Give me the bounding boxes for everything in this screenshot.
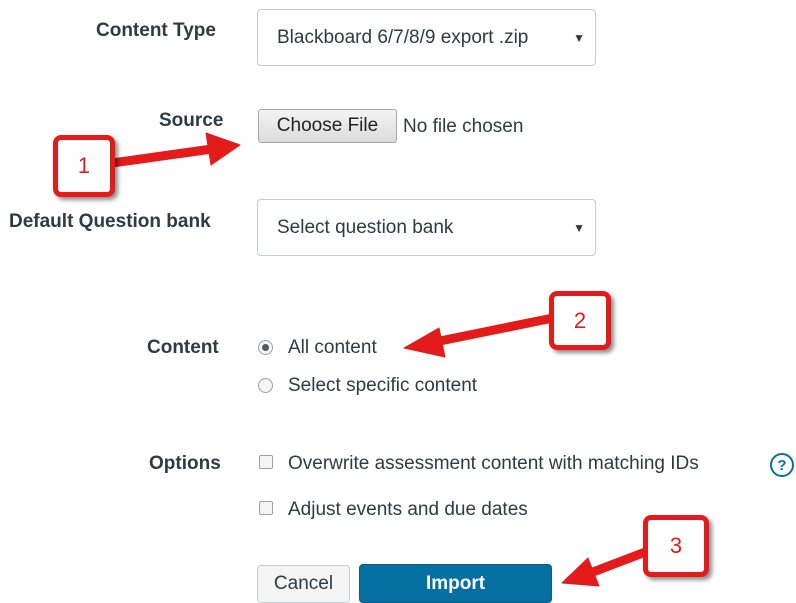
annotation-arrowhead-2 xyxy=(403,327,446,358)
annotation-arrows xyxy=(107,132,653,587)
annotation-arrow-2 xyxy=(430,313,558,347)
annotation-badge-1: 1 xyxy=(53,135,115,197)
annotation-arrowhead-1 xyxy=(205,132,241,166)
annotation-badge-2: 2 xyxy=(549,291,611,350)
annotation-arrow-1 xyxy=(107,144,217,168)
annotation-badge-3: 3 xyxy=(643,515,709,577)
annotation-arrowhead-3 xyxy=(561,557,600,587)
annotation-arrow-3 xyxy=(588,546,653,577)
